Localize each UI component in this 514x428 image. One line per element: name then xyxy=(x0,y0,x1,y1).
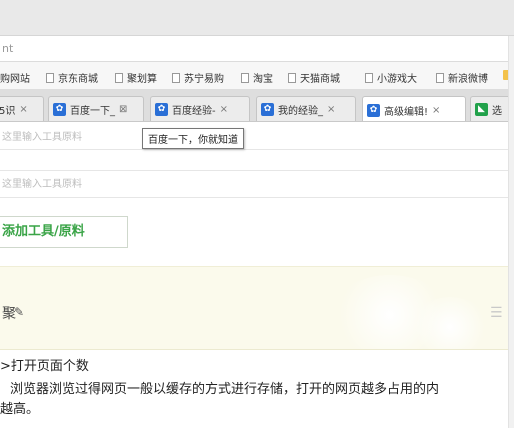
page-icon xyxy=(172,72,180,83)
green-app-icon: ◣ xyxy=(475,103,488,116)
tab-bar: 5识 × ✿ 百度一下_ ⊠ ✿ 百度经验- × ✿ 我的经验_ × ✿ 高级编… xyxy=(0,90,514,122)
address-bar[interactable]: nt xyxy=(0,36,514,62)
tab-my-jingyan[interactable]: ✿ 我的经验_ × xyxy=(256,96,356,121)
page-icon xyxy=(288,72,296,83)
bookmark-item-weibo[interactable]: 新浪微博 xyxy=(436,70,488,85)
baidu-paw-icon: ✿ xyxy=(367,103,380,117)
close-box-icon[interactable]: ⊠ xyxy=(119,104,127,115)
tab-label: 百度一下_ xyxy=(70,106,115,117)
address-text: nt xyxy=(2,42,14,55)
bookmark-item-tmall[interactable]: 天猫商城 xyxy=(288,70,340,85)
tab-label: 高级编辑! xyxy=(384,106,429,118)
tools-placeholder: 这里输入工具原料 xyxy=(2,132,82,143)
bookmarks-bar: 购网站 京东商城 聚划算 苏宁易购 淘宝 天猫商城 小游戏大 新浪微博 xyxy=(0,62,514,90)
tab-tooltip: 百度一下，你就知道 xyxy=(142,128,244,149)
pencil-icon[interactable]: ✎ xyxy=(14,305,24,319)
body-line: 越高。 xyxy=(0,402,40,417)
baidu-paw-icon: ✿ xyxy=(261,103,274,116)
tab-baidu-jingyan[interactable]: ✿ 百度经验- × xyxy=(150,96,250,121)
baidu-paw-icon: ✿ xyxy=(155,103,168,116)
step-edit-banner: 聚 ✎ ☰ xyxy=(0,266,514,350)
step-heading: >打开页面个数 xyxy=(0,359,89,374)
tab-1[interactable]: 5识 × xyxy=(0,96,44,121)
add-tools-button[interactable]: 添加工具/原料 xyxy=(0,216,128,248)
page-icon xyxy=(115,72,123,83)
bookmark-item-taobao[interactable]: 淘宝 xyxy=(241,70,273,85)
tools-input-2[interactable]: 这里输入工具原料 xyxy=(0,170,514,198)
tab-label: 百度经验- xyxy=(172,106,216,117)
tab-label: 我的经验_ xyxy=(278,106,323,117)
bookmark-item-juhuasuan[interactable]: 聚划算 xyxy=(115,70,157,85)
bookmark-item-suning[interactable]: 苏宁易购 xyxy=(172,70,224,85)
baidu-paw-icon: ✿ xyxy=(53,103,66,116)
page-icon xyxy=(241,72,249,83)
tools-placeholder: 这里输入工具原料 xyxy=(2,179,82,190)
tab-label: 选 xyxy=(492,106,502,117)
step-body: 浏览器浏览过得网页一般以缓存的方式进行存储，打开的网页越多占用的内 越高。 xyxy=(0,380,510,420)
close-icon[interactable]: × xyxy=(220,104,228,115)
page-icon xyxy=(436,72,444,83)
decoration xyxy=(410,297,490,349)
scrollbar[interactable] xyxy=(508,36,514,428)
tools-input-1[interactable]: 这里输入工具原料 xyxy=(0,124,514,150)
tab-baidu[interactable]: ✿ 百度一下_ ⊠ xyxy=(48,96,144,121)
bookmark-item-jd[interactable]: 京东商城 xyxy=(46,70,98,85)
tab-advanced-editor[interactable]: ✿ 高级编辑! × xyxy=(362,96,466,121)
close-icon[interactable]: × xyxy=(327,104,335,115)
tab-label: 5识 xyxy=(0,106,16,117)
page-icon xyxy=(365,72,373,83)
page-icon xyxy=(46,72,54,83)
bookmark-item-games[interactable]: 小游戏大 xyxy=(365,70,417,85)
close-icon[interactable]: × xyxy=(432,105,440,116)
body-line: 浏览器浏览过得网页一般以缓存的方式进行存储，打开的网页越多占用的内 xyxy=(10,382,440,397)
window-titlebar xyxy=(0,0,514,36)
bookmark-item[interactable]: 购网站 xyxy=(0,70,30,85)
list-icon[interactable]: ☰ xyxy=(490,305,503,321)
close-icon[interactable]: × xyxy=(19,104,27,115)
